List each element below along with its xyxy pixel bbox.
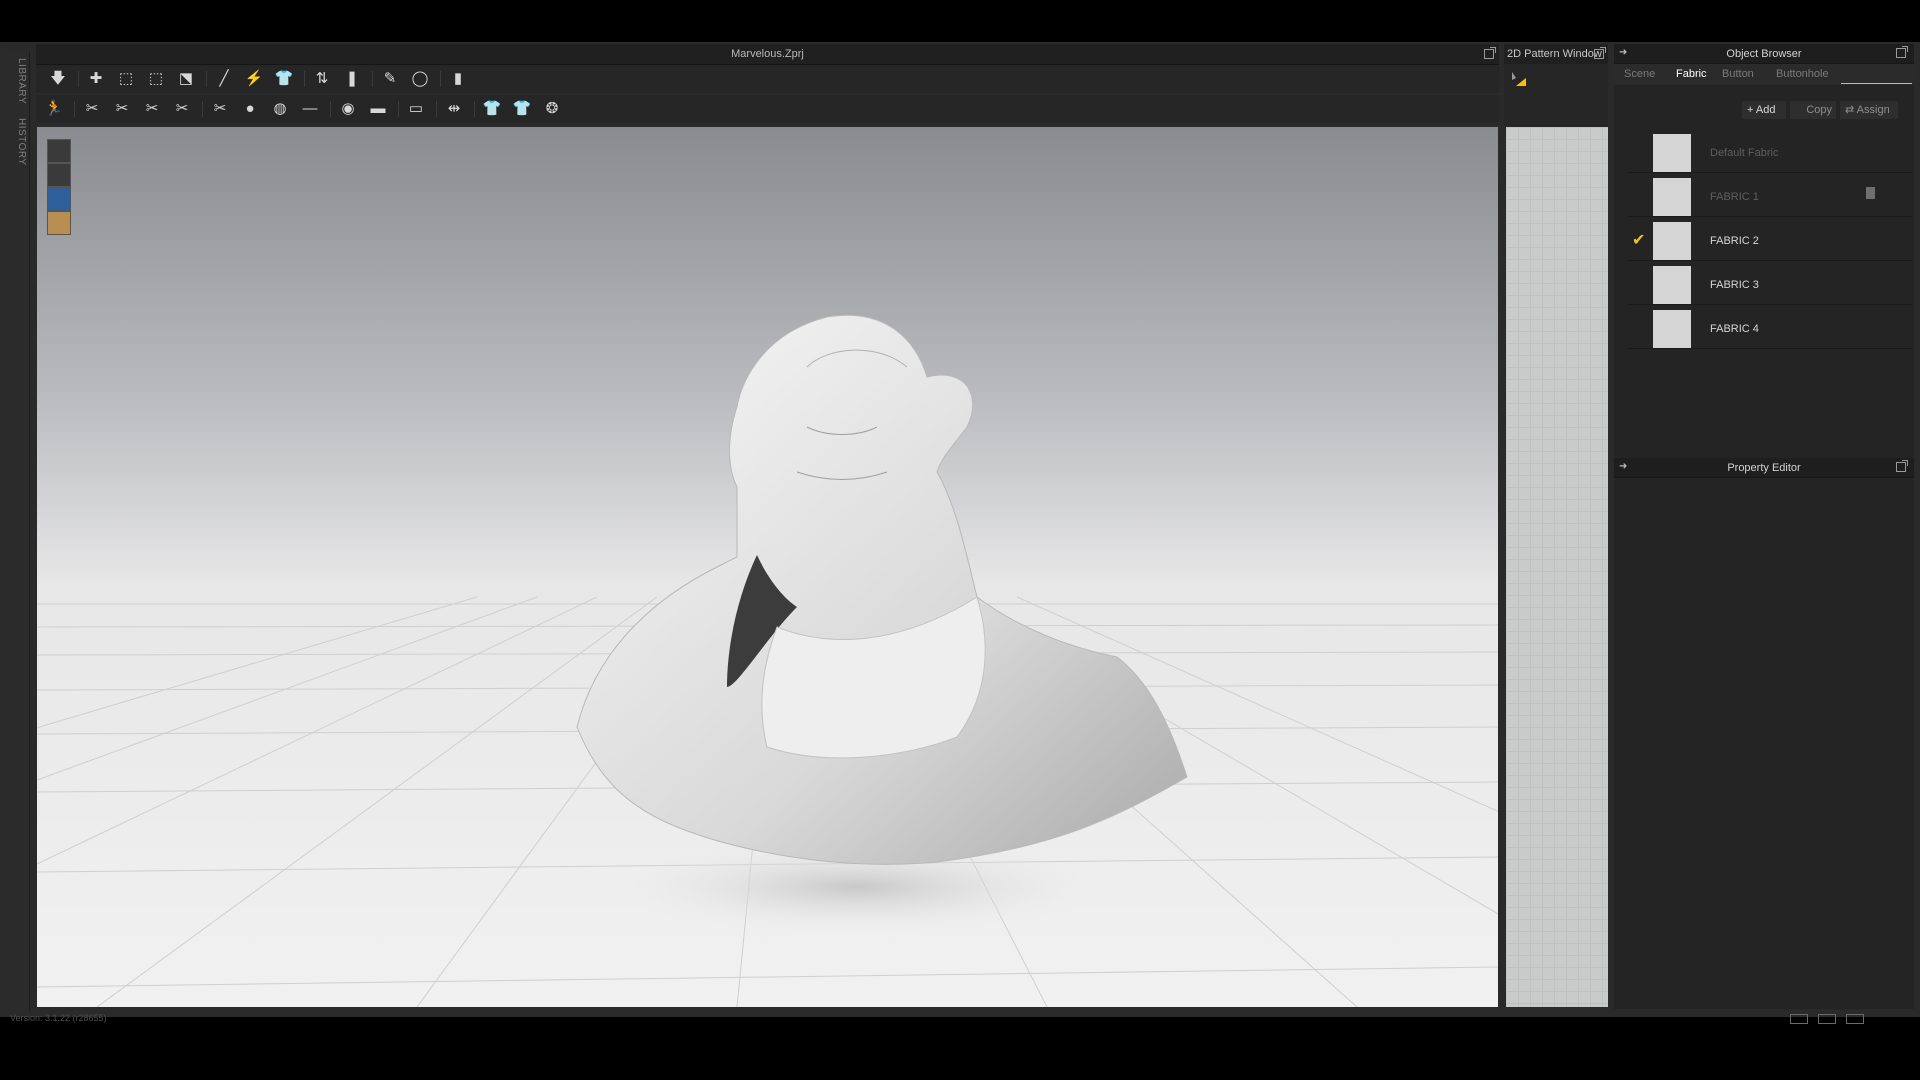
- brain-icon[interactable]: ❂: [542, 100, 562, 118]
- m-n-sewing-icon[interactable]: ✂: [142, 100, 162, 118]
- segment-line-icon[interactable]: ╱: [214, 70, 234, 88]
- fabric-row[interactable]: FABRIC 1: [1628, 174, 1912, 217]
- button-icon[interactable]: ●: [240, 100, 260, 118]
- toolbar-separator: [304, 71, 305, 87]
- side-tab-strip: LIBRARY HISTORY: [7, 52, 30, 1012]
- avatar-bust: [576, 314, 1188, 865]
- edit-point-icon[interactable]: ⬚: [146, 70, 166, 88]
- object-browser-tabs: Scene Fabric Button Buttonhole: [1614, 64, 1914, 85]
- tab-button[interactable]: Button: [1722, 68, 1754, 80]
- fabric-swatch[interactable]: [1653, 222, 1691, 260]
- fabric-row[interactable]: FABRIC 4: [1628, 306, 1912, 349]
- fabric-row[interactable]: FABRIC 3: [1628, 262, 1912, 305]
- simulate-icon[interactable]: 🏃: [44, 100, 64, 118]
- buttonhole-icon[interactable]: ◍: [270, 100, 290, 118]
- copy-fabric-button[interactable]: Copy: [1790, 101, 1836, 119]
- avatar-display-icon[interactable]: [47, 139, 71, 163]
- status-version: Version: 3.1.22 (r28655): [10, 1013, 107, 1023]
- avatar-measure-icon[interactable]: 👕: [512, 100, 532, 118]
- pin-icon[interactable]: ❚: [342, 70, 362, 88]
- fabric-swatch[interactable]: [1653, 266, 1691, 304]
- layout-single-icon[interactable]: [1790, 1014, 1808, 1024]
- select-move-icon[interactable]: 🡇: [48, 70, 68, 88]
- toolbar-separator: [74, 101, 75, 117]
- toolbar-row-2: 🏃 ✂ ✂ ✂ ✂ ✂ ● ◍ — ◉ ▬ ▭ ⇹ 👕 👕 ❂: [36, 95, 1499, 123]
- toolbar-separator: [436, 101, 437, 117]
- free-sewing-icon[interactable]: ✂: [112, 100, 132, 118]
- object-browser-popout-icon[interactable]: [1896, 46, 1908, 58]
- tab-scene[interactable]: Scene: [1624, 68, 1655, 80]
- pattern-canvas[interactable]: [1506, 127, 1608, 1007]
- toolbar-separator: [202, 101, 203, 117]
- fabric-row[interactable]: Default Fabric: [1628, 130, 1912, 173]
- tab-buttonhole[interactable]: Buttonhole: [1776, 68, 1829, 80]
- zipper-icon[interactable]: ◉: [338, 100, 358, 118]
- fabric-row[interactable]: ✔ FABRIC 2: [1628, 218, 1912, 261]
- right-panel: ➜ Object Browser Scene Fabric Button But…: [1614, 44, 1914, 1009]
- file-title: Marvelous.Zprj: [731, 48, 804, 60]
- property-editor-header: ➜ Property Editor: [1614, 458, 1914, 478]
- garment-icon[interactable]: 👕: [274, 70, 294, 88]
- sewing-icon[interactable]: ✎: [380, 70, 400, 88]
- fold-arrangement-icon[interactable]: ▭: [406, 100, 426, 118]
- toolbar-separator: [440, 71, 441, 87]
- object-browser-header: ➜ Object Browser: [1614, 44, 1914, 64]
- segment-sewing-icon[interactable]: ✂: [82, 100, 102, 118]
- toolbar-separator: [474, 101, 475, 117]
- toolbar-separator: [398, 101, 399, 117]
- object-browser-title: Object Browser: [1726, 48, 1802, 60]
- pattern-window-title: 2D Pattern Window: [1507, 48, 1602, 60]
- elastic-icon[interactable]: ▬: [368, 100, 388, 118]
- tack-on-avatar-icon[interactable]: ✂: [210, 100, 230, 118]
- popout-icon[interactable]: [1484, 47, 1496, 59]
- toolbar-separator: [206, 71, 207, 87]
- fabric-name: FABRIC 2: [1710, 235, 1759, 247]
- toolbar-separator: [78, 71, 79, 87]
- tab-fabric[interactable]: Fabric: [1676, 68, 1707, 80]
- edit-curvature-icon[interactable]: ⬔: [176, 70, 196, 88]
- tack-icon[interactable]: ✂: [172, 100, 192, 118]
- assign-fabric-button[interactable]: ⇄ Assign: [1840, 101, 1898, 119]
- transform-pattern-icon[interactable]: ✚: [86, 70, 106, 88]
- property-editor-title: Property Editor: [1727, 462, 1801, 474]
- tab-history[interactable]: HISTORY: [9, 118, 27, 166]
- toolbar-row-1: 🡇 ✚ ⬚ ⬚ ⬔ ╱ ⚡ 👕 ⇅ ❚ ✎ ◯ ▮: [36, 65, 1499, 93]
- viewport-title-bar: Marvelous.Zprj: [36, 44, 1499, 65]
- fabric-name: FABRIC 4: [1710, 323, 1759, 335]
- delete-fabric-icon[interactable]: [1866, 187, 1875, 199]
- fabric-swatch[interactable]: [1653, 310, 1691, 348]
- pose-icon[interactable]: 👕: [482, 100, 502, 118]
- fabric-swatch[interactable]: [1653, 178, 1691, 216]
- toolbar-separator: [372, 71, 373, 87]
- fold-icon[interactable]: ⚡: [244, 70, 264, 88]
- fabric-name: FABRIC 1: [1710, 191, 1759, 203]
- fabric-name: FABRIC 3: [1710, 279, 1759, 291]
- tab-underline: [1841, 83, 1912, 84]
- layout-pattern-icon[interactable]: [1846, 1014, 1864, 1024]
- layout-split-icon[interactable]: [1818, 1014, 1836, 1024]
- pattern-window-header: 2D Pattern Window: [1504, 44, 1608, 64]
- ruler-icon[interactable]: ▮: [448, 70, 468, 88]
- viewport-scene: [37, 314, 1498, 1007]
- fabric-swatch[interactable]: [1653, 134, 1691, 172]
- topstitch-icon[interactable]: —: [300, 100, 320, 118]
- show-avatar-icon[interactable]: [47, 163, 71, 187]
- pattern-select-icon[interactable]: [1510, 70, 1530, 90]
- edit-pattern-icon[interactable]: ⬚: [116, 70, 136, 88]
- pattern-toolbar: [1504, 64, 1608, 128]
- garment-display-icon[interactable]: [47, 187, 71, 211]
- pattern-popout-icon[interactable]: [1594, 47, 1606, 59]
- lasso-icon[interactable]: ◯: [410, 70, 430, 88]
- toolbar-separator: [330, 101, 331, 117]
- 3d-viewport[interactable]: [37, 127, 1498, 1007]
- arrangement-icon[interactable]: ⇅: [312, 70, 332, 88]
- selected-check-icon: ✔: [1632, 232, 1646, 249]
- split-icon[interactable]: ⇹: [444, 100, 464, 118]
- fabric-name: Default Fabric: [1710, 147, 1779, 159]
- add-fabric-button[interactable]: + Add: [1742, 101, 1786, 119]
- tab-library[interactable]: LIBRARY: [9, 58, 27, 104]
- skin-display-icon[interactable]: [47, 211, 71, 235]
- property-editor-popout-icon[interactable]: [1896, 460, 1908, 472]
